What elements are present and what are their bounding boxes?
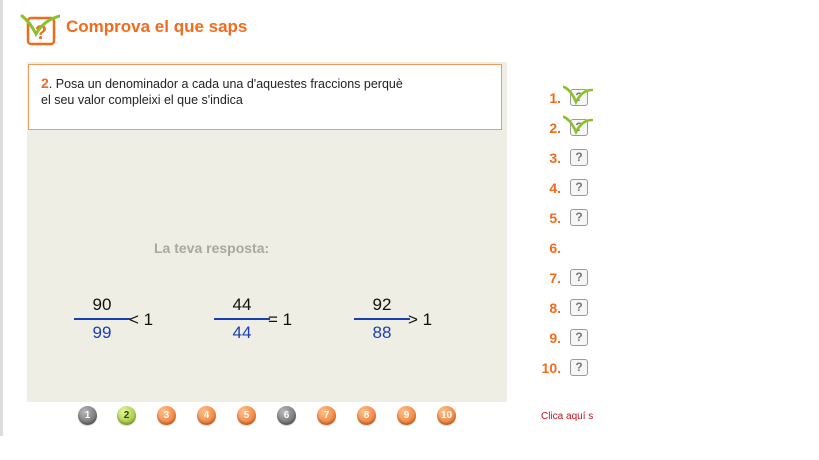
question-mark-icon[interactable]: ? <box>570 329 588 346</box>
page-dot-10[interactable]: 10 <box>437 406 456 425</box>
page-dot-7[interactable]: 7 <box>317 406 336 425</box>
question-text-line1: . Posa un denominador a cada una d'aques… <box>48 77 403 91</box>
fraction-2-bar <box>214 318 270 320</box>
page-title: Comprova el que saps <box>66 17 248 36</box>
question-number: 2 <box>41 75 49 91</box>
progress-item-1-label: 1. <box>549 90 561 106</box>
progress-item-6-label: 6. <box>549 240 561 256</box>
page-dot-6[interactable]: 6 <box>277 406 296 425</box>
page-dot-9[interactable]: 9 <box>397 406 416 425</box>
progress-item-4-label: 4. <box>549 180 561 196</box>
question-mark-icon[interactable]: ? <box>570 209 588 226</box>
page-dot-4[interactable]: 4 <box>197 406 216 425</box>
click-here-link[interactable]: Clica aquí s <box>541 411 593 422</box>
question-mark-icon[interactable]: ? <box>570 299 588 316</box>
question-mark-icon[interactable]: ? <box>570 269 588 286</box>
progress-item-3-label: 3. <box>549 150 561 166</box>
progress-item-5-label: 5. <box>549 210 561 226</box>
fraction-3-bar <box>354 318 410 320</box>
page-dot-8[interactable]: 8 <box>357 406 376 425</box>
page-dot-5[interactable]: 5 <box>237 406 256 425</box>
fraction-1-bar <box>74 318 130 320</box>
question-mark-icon[interactable]: ? <box>570 359 588 376</box>
progress-item-8-label: 8. <box>549 300 561 316</box>
page-dot-2[interactable]: 2 <box>117 406 136 425</box>
question-mark-icon[interactable]: ? <box>570 149 588 166</box>
progress-item-10-label: 10. <box>541 360 561 376</box>
check-mark-icon <box>563 115 593 136</box>
page-dot-1[interactable]: 1 <box>78 406 97 425</box>
page-dot-3[interactable]: 3 <box>157 406 176 425</box>
question-mark-icon[interactable]: ? <box>570 179 588 196</box>
check-mark-icon <box>563 85 593 106</box>
progress-item-9-label: 9. <box>549 330 561 346</box>
question-check-logo-icon: ? <box>20 14 60 46</box>
progress-item-2-label: 2. <box>549 120 561 136</box>
progress-item-7-label: 7. <box>549 270 561 286</box>
